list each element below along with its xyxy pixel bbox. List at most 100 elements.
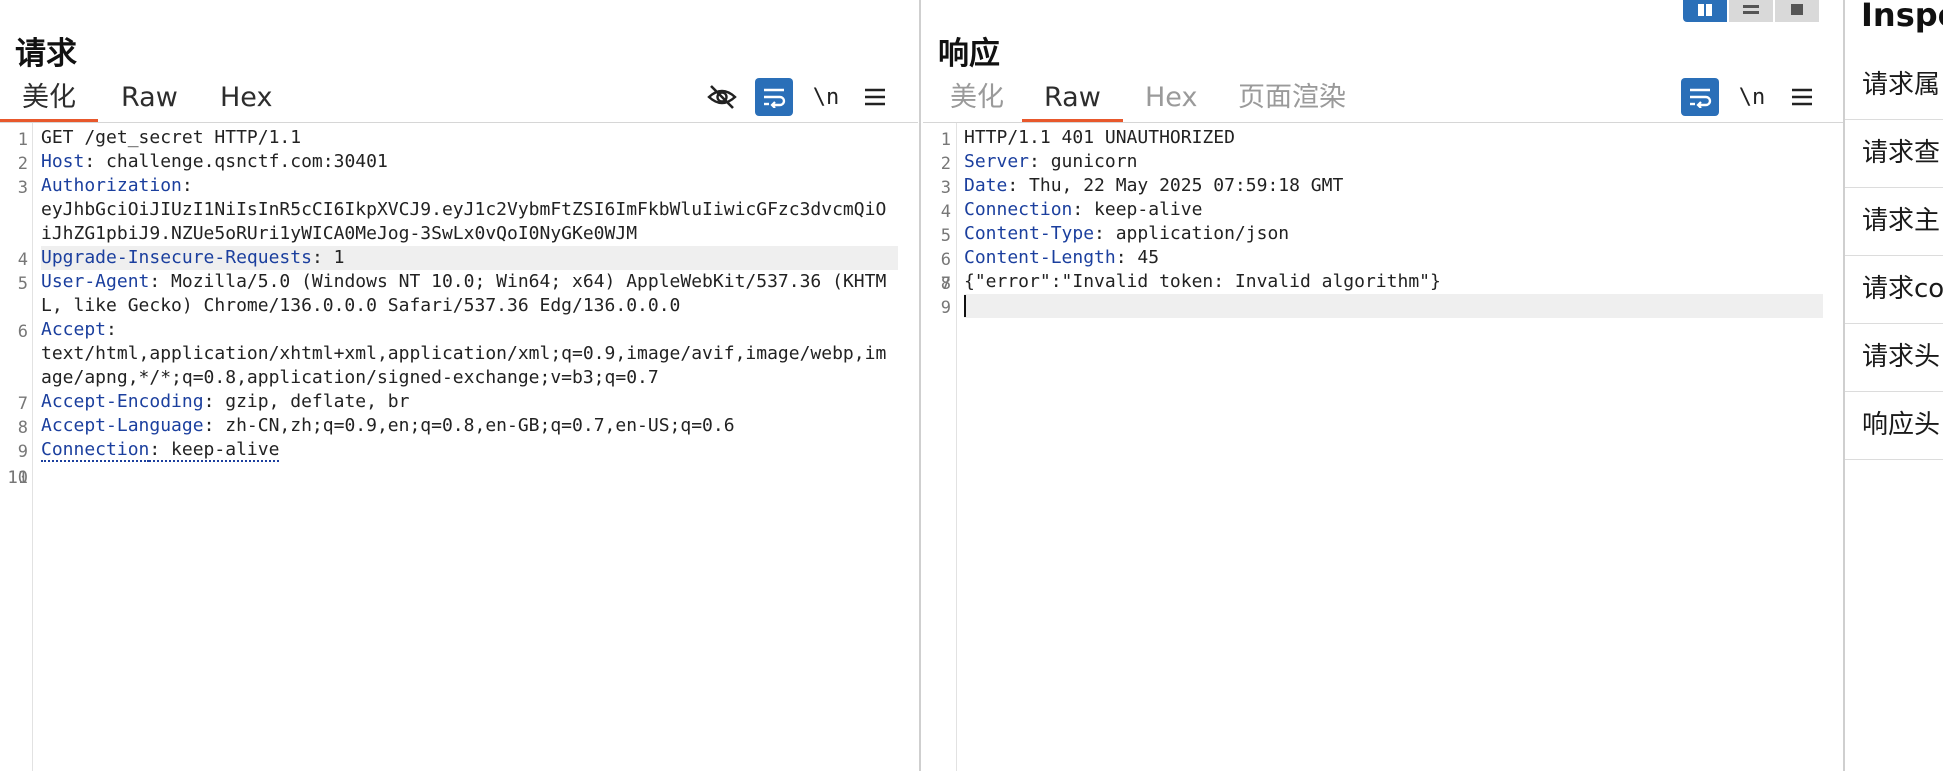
line-text: Upgrade-Insecure-Requests: 1 bbox=[41, 246, 898, 270]
line-content: {"error":"Invalid token: Invalid algorit… bbox=[964, 271, 1441, 292]
code-line[interactable]: 8 {"error":"Invalid token: Invalid algori… bbox=[923, 270, 1823, 294]
header-value: : zh-CN,zh;q=0.9,en;q=0.8,en-GB;q=0.7,en… bbox=[203, 415, 735, 436]
header-name: Connection bbox=[964, 199, 1073, 220]
header-value: : keep-alive bbox=[1072, 199, 1203, 220]
menu-icon[interactable] bbox=[1783, 78, 1821, 116]
header-value: : challenge.qsnctf.com:30401 bbox=[84, 151, 388, 172]
request-code[interactable]: 1 GET /get_secret HTTP/1.1 2 Host: challeng… bbox=[0, 126, 898, 488]
line-number: 7 bbox=[17, 394, 28, 414]
code-line[interactable]: 3 Authorization: bbox=[0, 174, 898, 198]
code-line[interactable]: text/html,application/xhtml+xml,applicat… bbox=[0, 342, 898, 390]
line-text: Server: gunicorn bbox=[964, 150, 1823, 174]
inspector-request-headers[interactable]: 请求头 bbox=[1845, 324, 1943, 392]
header-name: Date bbox=[964, 175, 1008, 196]
response-editor[interactable]: 1 HTTP/1.1 401 UNAUTHORIZED 2 Server: gunic… bbox=[923, 123, 1843, 771]
line-content: GET /get_secret HTTP/1.1 bbox=[41, 127, 302, 148]
inspector-title: Inspe bbox=[1861, 0, 1943, 34]
wrap-lines-icon[interactable] bbox=[755, 78, 793, 116]
code-line[interactable]: 2 Host: challenge.qsnctf.com:30401 bbox=[0, 150, 898, 174]
request-toolbar: \n bbox=[703, 78, 903, 116]
header-name: Server bbox=[964, 151, 1030, 172]
stacked-layout-icon[interactable] bbox=[1729, 0, 1773, 22]
line-number: 9 bbox=[17, 442, 28, 462]
code-line[interactable]: 6 Content-Length: 45 bbox=[923, 246, 1823, 270]
request-title: 请求 bbox=[15, 36, 77, 72]
header-value: : Thu, 22 May 2025 07:59:18 GMT bbox=[1007, 175, 1344, 196]
header-name: Content-Length bbox=[964, 247, 1116, 268]
line-text: Connection: keep-alive bbox=[964, 198, 1823, 222]
request-tab-hex[interactable]: Hex bbox=[198, 76, 294, 120]
split-layout-icon[interactable] bbox=[1683, 0, 1727, 22]
request-tab-raw[interactable]: Raw bbox=[99, 76, 200, 120]
line-text bbox=[964, 294, 1823, 318]
header-name: Accept bbox=[41, 319, 107, 340]
header-value: : keep-alive bbox=[149, 439, 280, 462]
response-title: 响应 bbox=[938, 36, 1000, 72]
response-toolbar: \n bbox=[1681, 78, 1831, 116]
code-line[interactable]: 9 Connection: keep-alive bbox=[0, 438, 898, 462]
hide-eye-icon[interactable] bbox=[703, 78, 741, 116]
line-text: Accept: bbox=[41, 318, 898, 342]
inspector-request-body[interactable]: 请求主 bbox=[1845, 188, 1943, 256]
header-name: Content-Type bbox=[964, 223, 1095, 244]
header-name: User-Agent bbox=[41, 271, 150, 292]
code-line[interactable]: 6 Accept: bbox=[0, 318, 898, 342]
header-value: : 45 bbox=[1115, 247, 1160, 268]
single-layout-icon[interactable] bbox=[1775, 0, 1819, 22]
line-text: User-Agent: Mozilla/5.0 (Windows NT 10.0… bbox=[41, 270, 898, 318]
header-value: : application/json bbox=[1094, 223, 1290, 244]
menu-icon[interactable] bbox=[856, 78, 894, 116]
response-tab-hex[interactable]: Hex bbox=[1123, 76, 1219, 120]
code-line[interactable]: 7 Accept-Encoding: gzip, deflate, br bbox=[0, 390, 898, 414]
panel-divider[interactable] bbox=[919, 0, 921, 771]
line-number: 8 bbox=[17, 418, 28, 438]
response-code[interactable]: 1 HTTP/1.1 401 UNAUTHORIZED 2 Server: gunic… bbox=[923, 126, 1823, 318]
header-value: : gunicorn bbox=[1029, 151, 1138, 172]
inspector-request-cookies[interactable]: 请求co bbox=[1845, 256, 1943, 324]
response-tab-render[interactable]: 页面渲染 bbox=[1216, 76, 1368, 120]
line-number: 4 bbox=[17, 250, 28, 270]
header-name: Host bbox=[41, 151, 85, 172]
wrap-lines-icon[interactable] bbox=[1681, 78, 1719, 116]
line-number: 6 bbox=[940, 250, 951, 270]
code-line[interactable]: 5 Content-Type: application/json bbox=[923, 222, 1823, 246]
line-number: 8 bbox=[940, 274, 951, 294]
line-number: 2 bbox=[17, 154, 28, 174]
line-number: 2 bbox=[940, 154, 951, 174]
inspector-response-headers[interactable]: 响应头 bbox=[1845, 392, 1943, 460]
request-editor[interactable]: 1 GET /get_secret HTTP/1.1 2 Host: challeng… bbox=[0, 123, 918, 771]
header-name: Authorization bbox=[41, 175, 182, 196]
response-tab-pretty[interactable]: 美化 bbox=[928, 76, 1026, 120]
header-value: : 1 bbox=[311, 247, 345, 268]
code-line[interactable]: 5 User-Agent: Mozilla/5.0 (Windows NT 10.… bbox=[0, 270, 898, 318]
line-text: text/html,application/xhtml+xml,applicat… bbox=[41, 342, 898, 390]
code-line[interactable]: 8 Accept-Language: zh-CN,zh;q=0.9,en;q=0.… bbox=[0, 414, 898, 438]
newline-toggle-icon[interactable]: \n bbox=[807, 78, 845, 116]
response-panel: 响应 美化 Raw Hex 页面渲染 \n 1 HTTP/1.1 401 UNAU… bbox=[923, 0, 1843, 771]
line-text: {"error":"Invalid token: Invalid algorit… bbox=[964, 270, 1823, 294]
layout-toggle-group bbox=[1683, 0, 1823, 22]
inspector-request-query[interactable]: 请求查 bbox=[1845, 120, 1943, 188]
newline-toggle-icon[interactable]: \n bbox=[1733, 78, 1771, 116]
line-text: Host: challenge.qsnctf.com:30401 bbox=[41, 150, 898, 174]
line-number: 1 bbox=[17, 130, 28, 150]
code-line[interactable]: 9 bbox=[923, 294, 1823, 318]
header-name: Upgrade-Insecure-Requests bbox=[41, 247, 312, 268]
line-text: eyJhbGciOiJIUzI1NiIsInR5cCI6IkpXVCJ9.eyJ… bbox=[41, 198, 898, 246]
code-line[interactable]: 4 Connection: keep-alive bbox=[923, 198, 1823, 222]
line-text: Content-Length: 45 bbox=[964, 246, 1823, 270]
response-tab-raw[interactable]: Raw bbox=[1022, 76, 1123, 122]
line-number: 3 bbox=[940, 178, 951, 198]
inspector-request-attributes[interactable]: 请求属 bbox=[1845, 52, 1943, 120]
code-line[interactable]: eyJhbGciOiJIUzI1NiIsInR5cCI6IkpXVCJ9.eyJ… bbox=[0, 198, 898, 246]
code-line[interactable]: 3 Date: Thu, 22 May 2025 07:59:18 GMT bbox=[923, 174, 1823, 198]
line-content: text/html,application/xhtml+xml,applicat… bbox=[41, 343, 887, 388]
request-tab-pretty[interactable]: 美化 bbox=[0, 76, 98, 122]
code-line[interactable]: 1 HTTP/1.1 401 UNAUTHORIZED bbox=[923, 126, 1823, 150]
line-text: Content-Type: application/json bbox=[964, 222, 1823, 246]
code-line[interactable]: 2 Server: gunicorn bbox=[923, 150, 1823, 174]
code-line[interactable]: 4 Upgrade-Insecure-Requests: 1 bbox=[0, 246, 898, 270]
code-line[interactable]: 1 GET /get_secret HTTP/1.1 bbox=[0, 126, 898, 150]
line-number: 1 bbox=[940, 130, 951, 150]
line-text: Authorization: bbox=[41, 174, 898, 198]
